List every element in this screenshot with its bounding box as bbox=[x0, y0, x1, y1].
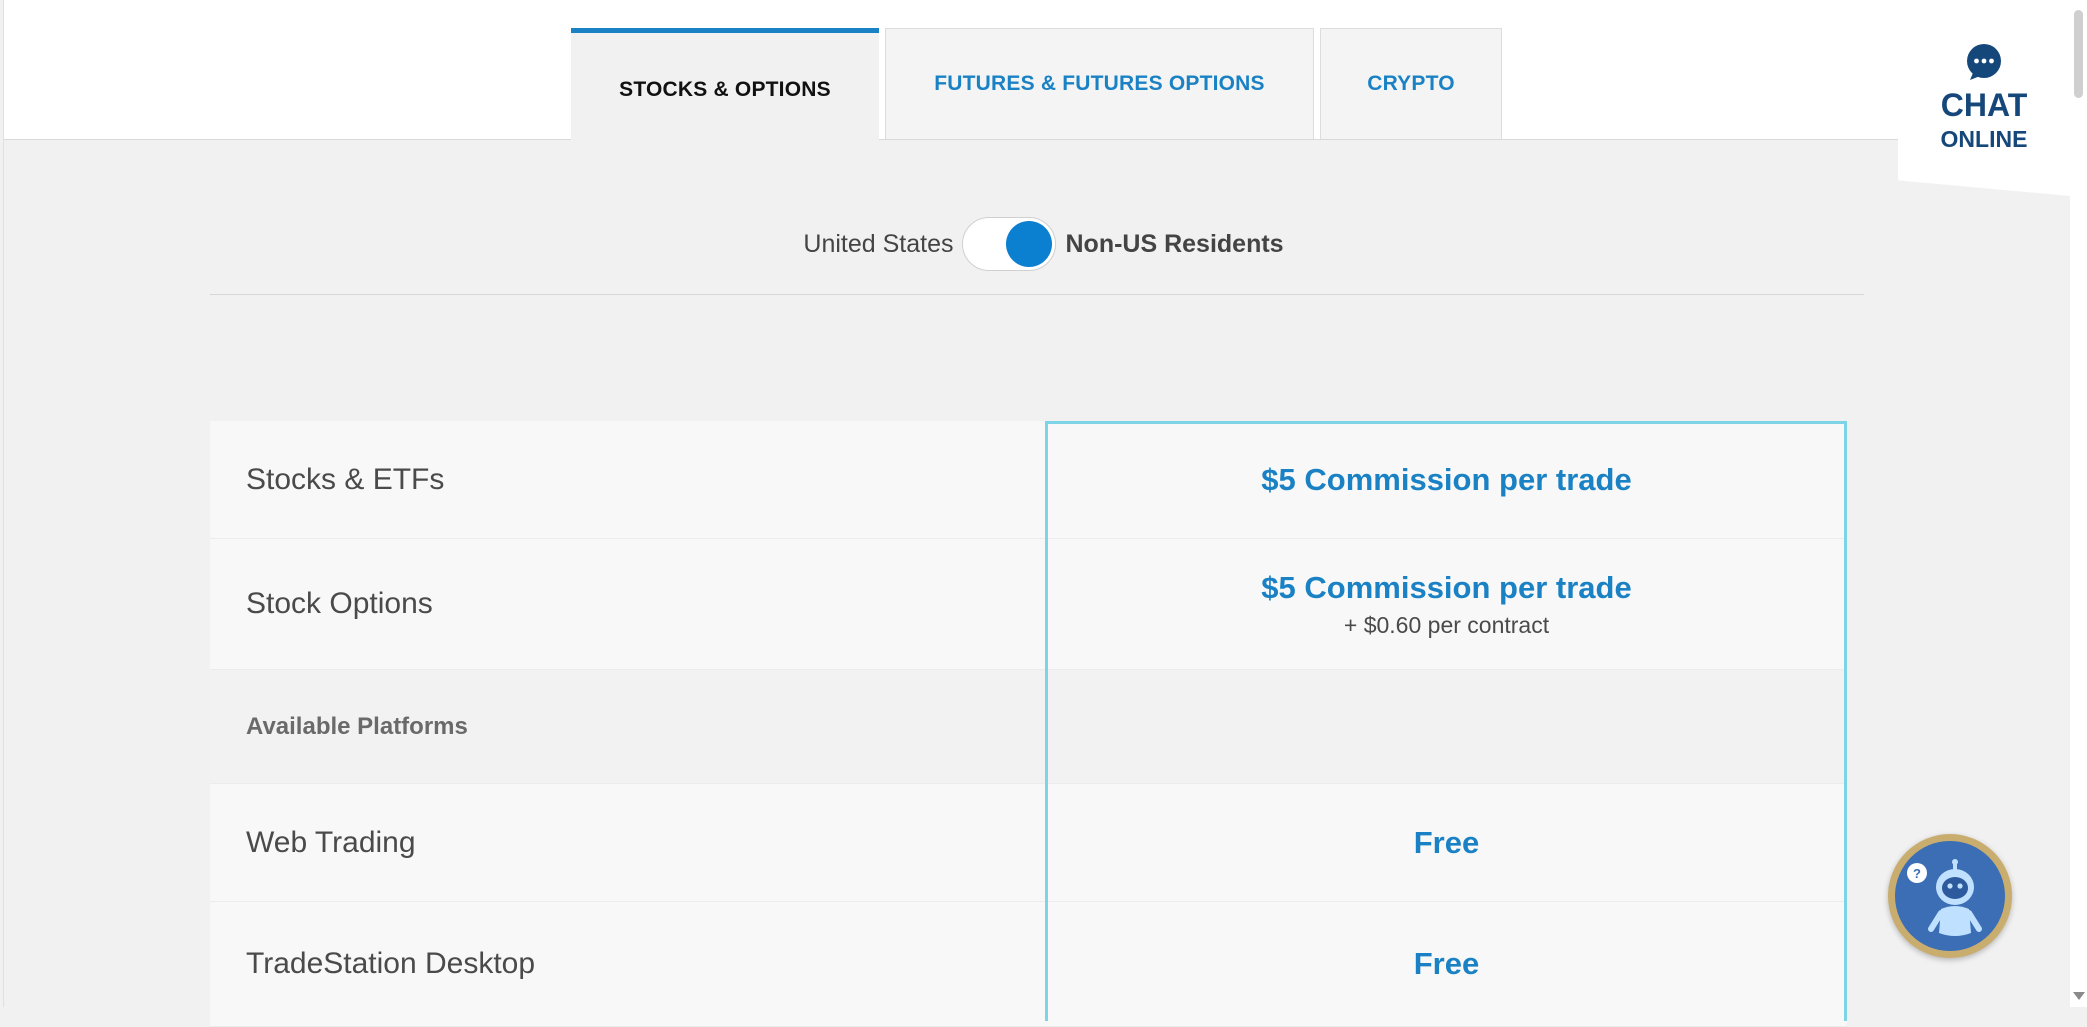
robot-assistant-icon: ? bbox=[1907, 859, 1982, 936]
table-row: Stocks & ETFs $5 Commission per trade bbox=[210, 421, 1847, 539]
section-heading: Available Platforms bbox=[210, 670, 1046, 783]
online-label: ONLINE bbox=[1940, 126, 2028, 152]
residency-toggle-row: United States Non-US Residents bbox=[0, 216, 2087, 272]
row-label: Stock Options bbox=[210, 539, 1046, 669]
row-value: Free bbox=[1046, 784, 1847, 901]
row-value: $5 Commission per trade bbox=[1046, 421, 1847, 538]
chat-label: CHAT bbox=[1940, 87, 2028, 123]
row-value: $5 Commission per trade + $0.60 per cont… bbox=[1046, 539, 1847, 669]
table-row: TradeStation Desktop Free bbox=[210, 902, 1847, 1027]
row-label: TradeStation Desktop bbox=[210, 902, 1046, 1026]
table-row: Web Trading Free bbox=[210, 784, 1847, 902]
price-text: Free bbox=[1413, 824, 1480, 860]
row-label: Stocks & ETFs bbox=[210, 421, 1046, 538]
price-text: $5 Commission per trade bbox=[1261, 569, 1632, 605]
assistant-launcher-button[interactable]: ? bbox=[1888, 834, 2012, 958]
chat-bubble-icon bbox=[1967, 44, 2001, 80]
tab-futures-options[interactable]: FUTURES & FUTURES OPTIONS bbox=[885, 28, 1314, 139]
per-contract-text: + $0.60 per contract bbox=[1343, 611, 1550, 638]
page: STOCKS & OPTIONS FUTURES & FUTURES OPTIO… bbox=[0, 0, 2087, 1027]
row-label: Web Trading bbox=[210, 784, 1046, 901]
tab-stocks-options[interactable]: STOCKS & OPTIONS bbox=[571, 28, 879, 140]
section-divider bbox=[210, 294, 1864, 295]
tab-crypto[interactable]: CRYPTO bbox=[1320, 28, 1502, 139]
svg-text:?: ? bbox=[1913, 866, 1921, 881]
united-states-label[interactable]: United States bbox=[803, 230, 953, 259]
pricing-table: Stocks & ETFs $5 Commission per trade St… bbox=[210, 421, 1847, 1027]
vertical-scrollbar[interactable] bbox=[2070, 0, 2087, 1007]
assistant-launcher-inner: ? bbox=[1895, 841, 2005, 951]
page-border bbox=[3, 0, 4, 1007]
residency-toggle-switch[interactable] bbox=[961, 217, 1056, 271]
toggle-knob bbox=[1005, 221, 1052, 267]
price-text: $5 Commission per trade bbox=[1261, 461, 1632, 497]
row-value: Free bbox=[1046, 902, 1847, 1026]
price-text: Free bbox=[1413, 946, 1480, 981]
chat-online-widget[interactable]: CHAT ONLINE bbox=[1898, 0, 2070, 196]
section-heading-spacer bbox=[1046, 670, 1847, 783]
scroll-down-arrow-icon[interactable] bbox=[2073, 992, 2085, 1000]
scrollbar-thumb[interactable] bbox=[2074, 10, 2083, 98]
section-heading-row: Available Platforms bbox=[210, 670, 1847, 784]
non-us-residents-label[interactable]: Non-US Residents bbox=[1066, 230, 1284, 259]
table-row: Stock Options $5 Commission per trade + … bbox=[210, 539, 1847, 670]
